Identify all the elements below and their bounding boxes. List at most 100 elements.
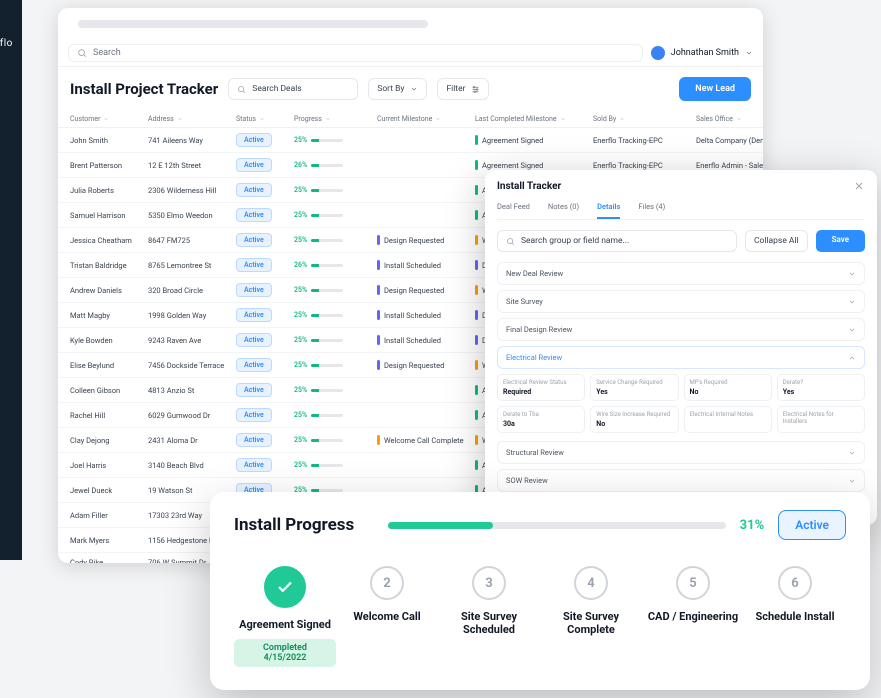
collapse-all-label: Collapse All xyxy=(754,236,799,246)
tab-files[interactable]: Files (4) xyxy=(638,202,665,219)
cell-address: 2431 Aloma Dr xyxy=(148,436,228,445)
column-header[interactable]: Sales Office xyxy=(696,115,763,123)
cell-progress: 25% xyxy=(294,386,369,394)
sort-by-label: Sort By xyxy=(377,84,404,94)
cell-customer: Adam Filler xyxy=(70,511,140,520)
collapse-all-button[interactable]: Collapse All xyxy=(745,230,808,252)
tracker-save-button[interactable]: Save xyxy=(816,230,865,252)
filter-button[interactable]: Filter xyxy=(437,78,489,100)
table-header: Customer Address Status Progress Current Mil… xyxy=(58,111,763,128)
cell-status: Active xyxy=(236,308,286,322)
cell-progress: 25% xyxy=(294,311,369,319)
tracker-field[interactable]: Derate?Yes xyxy=(777,374,865,401)
global-search[interactable]: Search xyxy=(68,44,643,62)
tab-details[interactable]: Details xyxy=(597,202,620,219)
tracker-search[interactable]: Search group or field name... xyxy=(497,230,737,252)
search-deals[interactable]: Search Deals xyxy=(228,78,358,100)
cell-current-milestone: Welcome Call Complete xyxy=(377,435,467,445)
avatar xyxy=(651,46,665,60)
step-number: 2 xyxy=(370,566,404,600)
column-header[interactable]: Last Completed Milestone xyxy=(475,115,585,123)
tracker-section[interactable]: Site Survey xyxy=(497,290,865,313)
cell-current-milestone: Install Scheduled xyxy=(377,260,467,270)
tracker-field[interactable]: MP's RequiredNo xyxy=(684,374,772,401)
cell-address: 2306 Wilderness Hill xyxy=(148,186,228,195)
cell-address: 6029 Gumwood Dr xyxy=(148,411,228,420)
tracker-field[interactable]: Wire Size Increase RequiredNo xyxy=(590,406,678,433)
tracker-section[interactable]: New Deal Review xyxy=(497,262,865,285)
cell-customer: Samuel Harrison xyxy=(70,211,140,220)
cell-progress: 25% xyxy=(294,436,369,444)
cell-current-milestone: Design Requested xyxy=(377,360,467,370)
cell-customer: Julia Roberts xyxy=(70,186,140,195)
left-nav-rail xyxy=(0,0,22,560)
cell-progress: 25% xyxy=(294,361,369,369)
cell-customer: Tristan Baldridge xyxy=(70,261,140,270)
tracker-section[interactable]: Structural Review xyxy=(497,441,865,464)
progress-percent: 31% xyxy=(740,518,765,533)
cell-current-milestone: Design Requested xyxy=(377,235,467,245)
tracker-section[interactable]: Electrical Review xyxy=(497,346,865,369)
progress-steps: Agreement Signed Completed 4/15/2022 2 W… xyxy=(234,566,846,667)
cell-customer: Jessica Cheatham xyxy=(70,236,140,245)
global-search-placeholder: Search xyxy=(93,48,121,58)
cell-customer: Colleen Gibson xyxy=(70,386,140,395)
cell-status: Active xyxy=(236,283,286,297)
tracker-section[interactable]: Final Design Review xyxy=(497,318,865,341)
chevron-down-icon xyxy=(745,49,753,57)
sort-by-dropdown[interactable]: Sort By xyxy=(368,78,427,100)
cell-progress: 26% xyxy=(294,261,369,269)
progress-bar xyxy=(388,522,725,529)
tab-notes[interactable]: Notes (0) xyxy=(548,202,579,219)
table-row[interactable]: John Smith 741 Aileens Way Active 25% Ag… xyxy=(58,128,763,153)
cell-address: 1998 Golden Way xyxy=(148,311,228,320)
filter-label: Filter xyxy=(446,84,465,94)
cell-sales-office: Delta Company (Demo) HQ xyxy=(696,136,763,145)
tracker-field[interactable]: Electrical Internal Notes xyxy=(684,406,772,433)
cell-customer: Elise Beylund xyxy=(70,361,140,370)
cell-status: Active xyxy=(236,158,286,172)
completed-chip: Completed 4/15/2022 xyxy=(234,639,336,667)
progress-step: 2 Welcome Call xyxy=(336,566,438,623)
cell-address: 5350 Elmo Weedon xyxy=(148,211,228,220)
step-number: 4 xyxy=(574,566,608,600)
cell-customer: Brent Patterson xyxy=(70,161,140,170)
cell-progress: 25% xyxy=(294,136,369,144)
cell-current-milestone: Install Scheduled xyxy=(377,310,467,320)
tracker-section[interactable]: SOW Review xyxy=(497,469,865,492)
column-header[interactable]: Customer xyxy=(70,115,140,123)
check-icon xyxy=(264,566,306,608)
tracker-field[interactable]: Electrical Notes for Installers xyxy=(777,406,865,433)
cell-address: 8765 Lemontree St xyxy=(148,261,228,270)
tab-deal-feed[interactable]: Deal Feed xyxy=(497,202,530,219)
column-header[interactable]: Status xyxy=(236,115,286,123)
new-lead-button[interactable]: New Lead xyxy=(679,77,751,101)
search-icon xyxy=(237,85,246,94)
cell-status: Active xyxy=(236,333,286,347)
tracker-field[interactable]: Service Change RequiredYes xyxy=(590,374,678,401)
url-placeholder xyxy=(78,20,428,28)
tracker-title: Install Tracker xyxy=(497,181,561,192)
cell-last-milestone: Agreement Signed xyxy=(475,135,585,145)
cell-status: Active xyxy=(236,258,286,272)
chevron-down-icon xyxy=(410,85,418,93)
cell-customer: Mark Myers xyxy=(70,536,140,545)
cell-customer: Kyle Bowden xyxy=(70,336,140,345)
column-header[interactable]: Address xyxy=(148,115,228,123)
cell-last-milestone: Agreement Signed xyxy=(475,160,585,170)
tracker-field[interactable]: Derate to Tba30a xyxy=(497,406,585,433)
search-icon xyxy=(506,237,515,246)
progress-step: 5 CAD / Engineering xyxy=(642,566,744,623)
cell-progress: 25% xyxy=(294,186,369,194)
column-header[interactable]: Progress xyxy=(294,115,369,123)
user-menu[interactable]: Johnathan Smith xyxy=(651,46,753,60)
column-header[interactable]: Current Milestone xyxy=(377,115,467,123)
cell-progress: 25% xyxy=(294,411,369,419)
cell-customer: Cody Pike xyxy=(70,558,140,563)
cell-address: 8647 FM725 xyxy=(148,236,228,245)
tracker-field[interactable]: Electrical Review StatusRequired xyxy=(497,374,585,401)
close-icon[interactable] xyxy=(853,180,865,192)
cell-current-milestone: Install Scheduled xyxy=(377,335,467,345)
cell-progress: 25% xyxy=(294,461,369,469)
column-header[interactable]: Sold By xyxy=(593,115,688,123)
